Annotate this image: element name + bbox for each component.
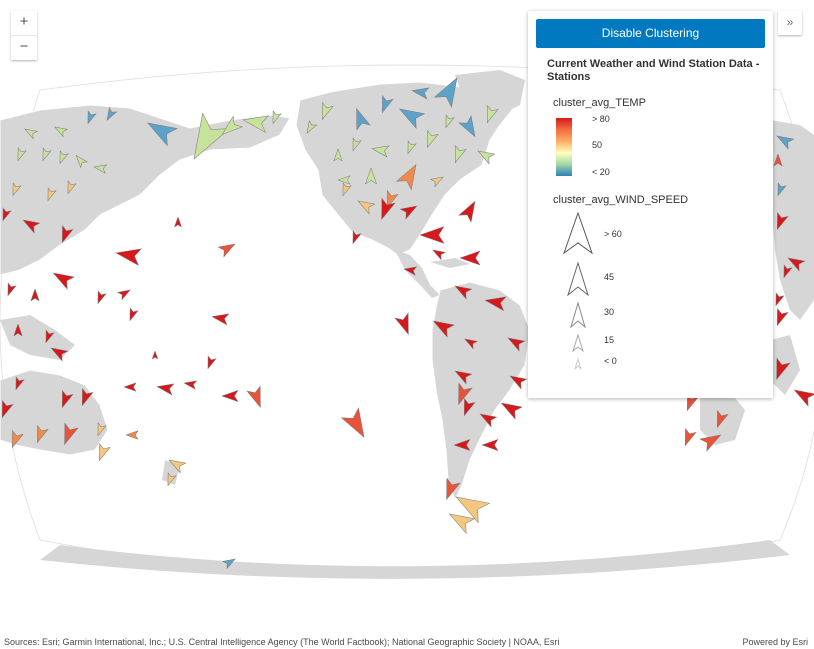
wind-arrow-marker[interactable] [394, 312, 415, 337]
wind-arrow-marker[interactable] [125, 430, 139, 440]
wind-tick-60: > 60 [604, 229, 622, 239]
wind-arrow-marker[interactable] [204, 355, 217, 370]
temp-tick-high: > 80 [592, 114, 610, 124]
temp-color-ramp [556, 118, 572, 176]
legend-panel: Disable Clustering Current Weather and W… [528, 11, 773, 398]
wind-arrow-marker[interactable] [431, 246, 447, 261]
land-central-america [395, 250, 440, 298]
land-antarctica [40, 540, 790, 579]
wind-arrow-marker[interactable] [211, 311, 230, 326]
legend-collapse-button[interactable]: » [778, 11, 802, 35]
wind-symbol-45 [567, 261, 589, 297]
wind-tick-30: 30 [604, 307, 615, 317]
zoom-control: + − [11, 11, 37, 60]
wind-arrow-marker[interactable] [340, 407, 373, 442]
wind-arrow-marker[interactable] [115, 245, 142, 266]
wind-tick-45: 45 [604, 272, 615, 282]
wind-arrow-marker[interactable] [116, 286, 133, 301]
powered-by-esri[interactable]: Powered by Esri [742, 637, 808, 647]
legend-layer-title: Current Weather and Wind Station Data - … [547, 58, 760, 83]
wind-arrow-marker[interactable] [123, 382, 137, 392]
land-europe-africa [768, 120, 814, 320]
wind-arrow-marker[interactable] [183, 379, 198, 390]
wind-arrow-marker[interactable] [680, 427, 697, 448]
wind-arrow-marker[interactable] [156, 381, 175, 396]
legend-temp-field: cluster_avg_TEMP [553, 97, 646, 109]
temp-tick-low: < 20 [592, 167, 610, 177]
disable-clustering-button[interactable]: Disable Clustering [536, 19, 765, 48]
temp-tick-mid: 50 [592, 140, 603, 150]
wind-symbol-60 [563, 211, 593, 255]
wind-tick-0: < 0 [604, 356, 617, 366]
wind-size-symbols [563, 211, 593, 370]
wind-arrow-marker[interactable] [174, 216, 182, 228]
wind-arrow-marker[interactable] [221, 389, 239, 403]
map-attribution-bar: Sources: Esri; Garmin International, Inc… [0, 631, 814, 649]
wind-arrow-marker[interactable] [772, 292, 785, 307]
legend-wind-field: cluster_avg_WIND_SPEED [553, 194, 689, 206]
wind-arrow-marker[interactable] [791, 384, 814, 407]
wind-arrow-marker[interactable] [126, 307, 139, 322]
wind-arrow-marker[interactable] [94, 290, 107, 305]
wind-symbol-15 [572, 333, 584, 353]
wind-arrow-marker[interactable] [217, 239, 237, 258]
wind-symbol-30 [570, 301, 586, 329]
wind-arrow-marker[interactable] [481, 438, 499, 452]
zoom-out-button[interactable]: − [11, 36, 37, 60]
wind-arrow-marker[interactable] [4, 282, 17, 297]
zoom-in-button[interactable]: + [11, 11, 37, 36]
wind-symbol-0 [574, 357, 582, 370]
wind-arrow-marker[interactable] [458, 198, 481, 223]
land-south-america [431, 281, 531, 502]
land-asia [0, 104, 291, 276]
wind-arrow-marker[interactable] [246, 385, 267, 410]
wind-tick-15: 15 [604, 335, 615, 345]
attribution-text: Sources: Esri; Garmin International, Inc… [4, 637, 560, 647]
wind-arrow-marker[interactable] [50, 267, 75, 290]
wind-arrow-marker[interactable] [30, 288, 40, 302]
wind-arrow-marker[interactable] [151, 350, 159, 360]
wind-arrow-marker[interactable] [772, 307, 789, 328]
